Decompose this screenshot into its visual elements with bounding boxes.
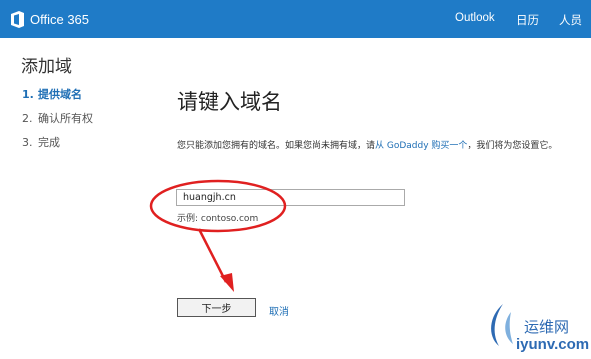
annotation-arrow-line: [197, 228, 228, 283]
next-button[interactable]: 下一步: [177, 298, 256, 317]
annotation-ellipse: [149, 179, 287, 233]
cancel-link[interactable]: 取消: [269, 303, 289, 318]
annotation-arrowhead: [220, 273, 234, 292]
watermark-logo-icon: [491, 304, 513, 346]
watermark-cn: 运维网: [524, 318, 570, 336]
watermark-en: iyunv.com: [516, 336, 590, 353]
